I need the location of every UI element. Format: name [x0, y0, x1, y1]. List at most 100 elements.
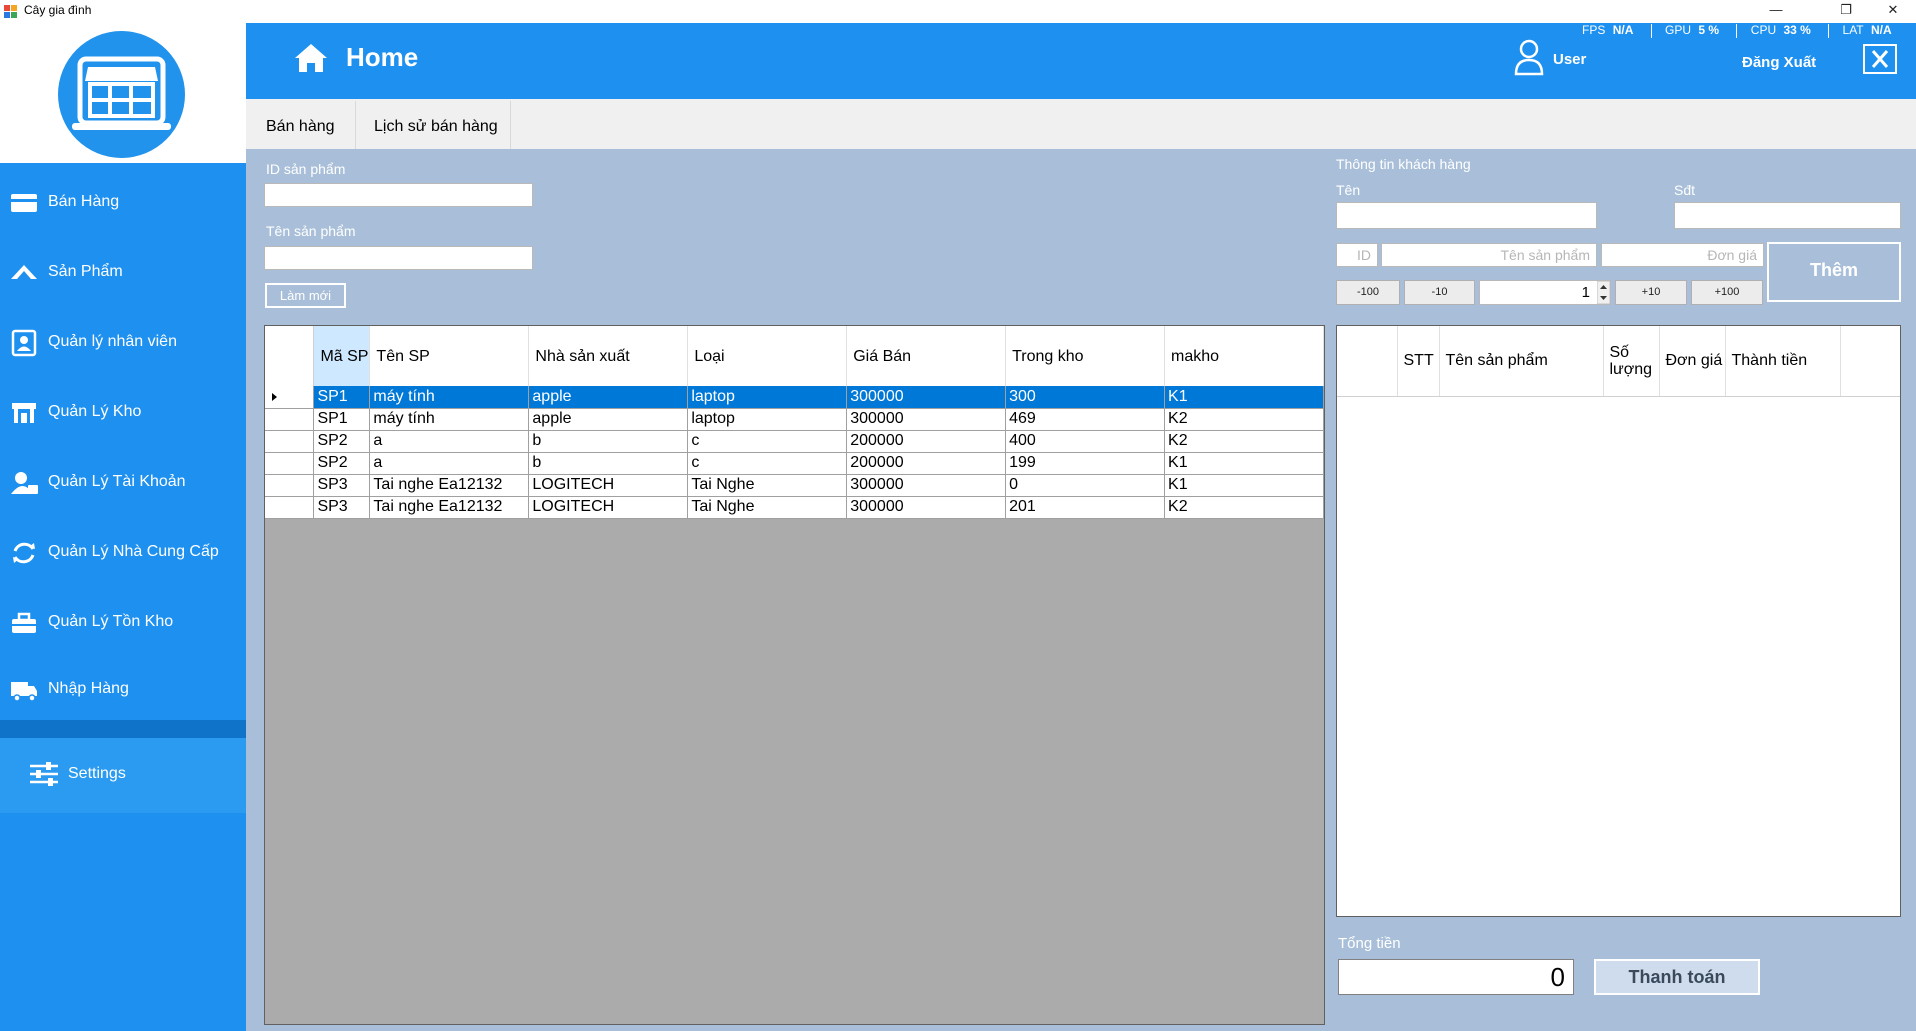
product-id-input[interactable] — [264, 183, 533, 207]
table-cell[interactable]: 300000 — [846, 474, 1007, 497]
table-cell[interactable]: 200000 — [846, 430, 1007, 453]
table-cell[interactable]: apple — [528, 408, 689, 431]
table-cell[interactable]: máy tính — [369, 386, 530, 409]
row-header[interactable] — [265, 430, 315, 453]
table-cell[interactable]: 300 — [1005, 386, 1166, 409]
checkout-button[interactable]: Thanh toán — [1594, 959, 1760, 995]
table-cell[interactable]: K1 — [1164, 474, 1324, 497]
table-cell[interactable]: K2 — [1164, 408, 1324, 431]
table-row[interactable]: SP2 a b c 200000 400 K2 — [265, 430, 1324, 453]
column-header[interactable]: Số lượng — [1603, 326, 1660, 397]
user-icon[interactable] — [1513, 38, 1545, 76]
table-row[interactable]: SP1 máy tính apple laptop 300000 300 K1 — [265, 386, 1324, 409]
logout-button[interactable]: Đăng Xuất — [1742, 54, 1816, 71]
table-cell[interactable]: Tai Nghe — [687, 474, 848, 497]
row-header[interactable] — [265, 386, 315, 409]
table-cell[interactable]: c — [687, 430, 848, 453]
table-cell[interactable]: c — [687, 452, 848, 475]
table-row[interactable]: SP3 Tai nghe Ea12132 LOGITECH Tai Nghe 30000… — [265, 496, 1324, 519]
column-header[interactable]: Tên SP — [369, 326, 530, 386]
add-to-cart-button[interactable]: Thêm — [1767, 242, 1901, 302]
stepper-arrows-icon[interactable] — [1597, 281, 1610, 304]
sidebar-item-quan-ly-nhan-vien[interactable]: Quản lý nhân viên — [0, 313, 246, 373]
column-header[interactable]: makho — [1164, 326, 1324, 386]
table-cell[interactable]: SP3 — [313, 474, 371, 497]
table-cell[interactable]: Tai Nghe — [687, 496, 848, 519]
table-cell[interactable]: 469 — [1005, 408, 1166, 431]
row-header[interactable] — [265, 474, 315, 497]
table-cell[interactable]: a — [369, 452, 530, 475]
table-cell[interactable]: K1 — [1164, 386, 1324, 409]
row-header[interactable] — [265, 452, 315, 475]
product-table[interactable]: Mã SP Tên SP Nhà sản xuất Loại Giá Bán T… — [264, 325, 1325, 1025]
table-cell[interactable]: K2 — [1164, 430, 1324, 453]
table-cell[interactable]: LOGITECH — [528, 474, 689, 497]
cart-price-input[interactable]: Đơn giá — [1601, 243, 1764, 267]
table-cell[interactable]: K1 — [1164, 452, 1324, 475]
sidebar-item-settings[interactable]: Settings — [0, 738, 246, 813]
table-row[interactable]: SP3 Tai nghe Ea12132 LOGITECH Tai Nghe 30000… — [265, 474, 1324, 497]
tab-ban-hang[interactable]: Bán hàng — [256, 101, 364, 149]
table-cell[interactable]: 0 — [1005, 474, 1166, 497]
sidebar-item-quan-ly-kho[interactable]: Quản Lý Kho — [0, 383, 246, 443]
table-cell[interactable]: SP2 — [313, 452, 371, 475]
table-cell[interactable]: a — [369, 430, 530, 453]
sidebar-item-san-pham[interactable]: Sản Phẩm — [0, 243, 246, 303]
minus-10-button[interactable]: -10 — [1404, 280, 1475, 305]
table-cell[interactable]: LOGITECH — [528, 496, 689, 519]
column-header[interactable]: Tên sản phẩm — [1439, 326, 1604, 397]
table-cell[interactable]: SP1 — [313, 408, 371, 431]
table-cell[interactable]: b — [528, 430, 689, 453]
table-cell[interactable]: laptop — [687, 408, 848, 431]
sidebar-item-quan-ly-tai-khoan[interactable]: Quản Lý Tài Khoản — [0, 453, 246, 513]
column-header[interactable]: Thành tiền — [1725, 326, 1841, 397]
plus-100-button[interactable]: +100 — [1691, 280, 1763, 305]
table-row[interactable]: SP2 a b c 200000 199 K1 — [265, 452, 1324, 475]
column-header[interactable]: Giá Bán — [846, 326, 1007, 386]
refresh-button[interactable]: Làm mới — [265, 283, 346, 308]
quantity-stepper[interactable]: 1 — [1479, 280, 1611, 305]
cart-table[interactable]: STT Tên sản phẩm Số lượng Đơn giá Thành … — [1336, 325, 1901, 917]
exit-button[interactable] — [1863, 44, 1897, 74]
sidebar-item-nhap-hang[interactable]: Nhập Hàng — [0, 660, 246, 720]
table-cell[interactable]: 400 — [1005, 430, 1166, 453]
minimize-button[interactable]: — — [1753, 0, 1799, 23]
table-cell[interactable]: Tai nghe Ea12132 — [369, 496, 530, 519]
sidebar-item-quan-ly-ton-kho[interactable]: Quản Lý Tồn Kho — [0, 593, 246, 653]
sidebar-item-quan-ly-nha-cung-cap[interactable]: Quản Lý Nhà Cung Cấp — [0, 523, 246, 583]
maximize-button[interactable]: ❐ — [1823, 0, 1869, 23]
table-cell[interactable]: b — [528, 452, 689, 475]
table-row[interactable]: SP1 máy tính apple laptop 300000 469 K2 — [265, 408, 1324, 431]
table-cell[interactable]: 199 — [1005, 452, 1166, 475]
table-cell[interactable]: SP2 — [313, 430, 371, 453]
product-name-input[interactable] — [264, 246, 533, 270]
minus-100-button[interactable]: -100 — [1336, 280, 1400, 305]
row-header[interactable] — [265, 408, 315, 431]
sidebar-item-ban-hang[interactable]: Bán Hàng — [0, 173, 246, 233]
table-cell[interactable]: Tai nghe Ea12132 — [369, 474, 530, 497]
column-header[interactable]: Loại — [687, 326, 848, 386]
cart-id-input[interactable]: ID — [1336, 243, 1378, 267]
column-header[interactable]: Đơn giá — [1659, 326, 1726, 397]
table-cell[interactable]: 300000 — [846, 386, 1007, 409]
table-cell[interactable]: máy tính — [369, 408, 530, 431]
table-cell[interactable]: 200000 — [846, 452, 1007, 475]
table-cell[interactable]: SP1 — [313, 386, 371, 409]
customer-name-input[interactable] — [1336, 202, 1597, 229]
close-window-button[interactable]: ✕ — [1870, 0, 1916, 23]
table-cell[interactable]: apple — [528, 386, 689, 409]
column-header[interactable]: STT — [1397, 326, 1440, 397]
column-header[interactable]: Trong kho — [1005, 326, 1166, 386]
table-cell[interactable]: 201 — [1005, 496, 1166, 519]
column-header[interactable]: Nhà sản xuất — [528, 326, 689, 386]
user-label[interactable]: User — [1553, 51, 1586, 68]
tab-lich-su-ban-hang[interactable]: Lịch sử bán hàng — [355, 101, 511, 149]
customer-phone-input[interactable] — [1674, 202, 1901, 229]
cart-product-name-input[interactable]: Tên sản phẩm — [1381, 243, 1597, 267]
table-cell[interactable]: 300000 — [846, 408, 1007, 431]
table-cell[interactable]: 300000 — [846, 496, 1007, 519]
plus-10-button[interactable]: +10 — [1615, 280, 1687, 305]
row-header[interactable] — [265, 496, 315, 519]
table-cell[interactable]: SP3 — [313, 496, 371, 519]
table-cell[interactable]: laptop — [687, 386, 848, 409]
